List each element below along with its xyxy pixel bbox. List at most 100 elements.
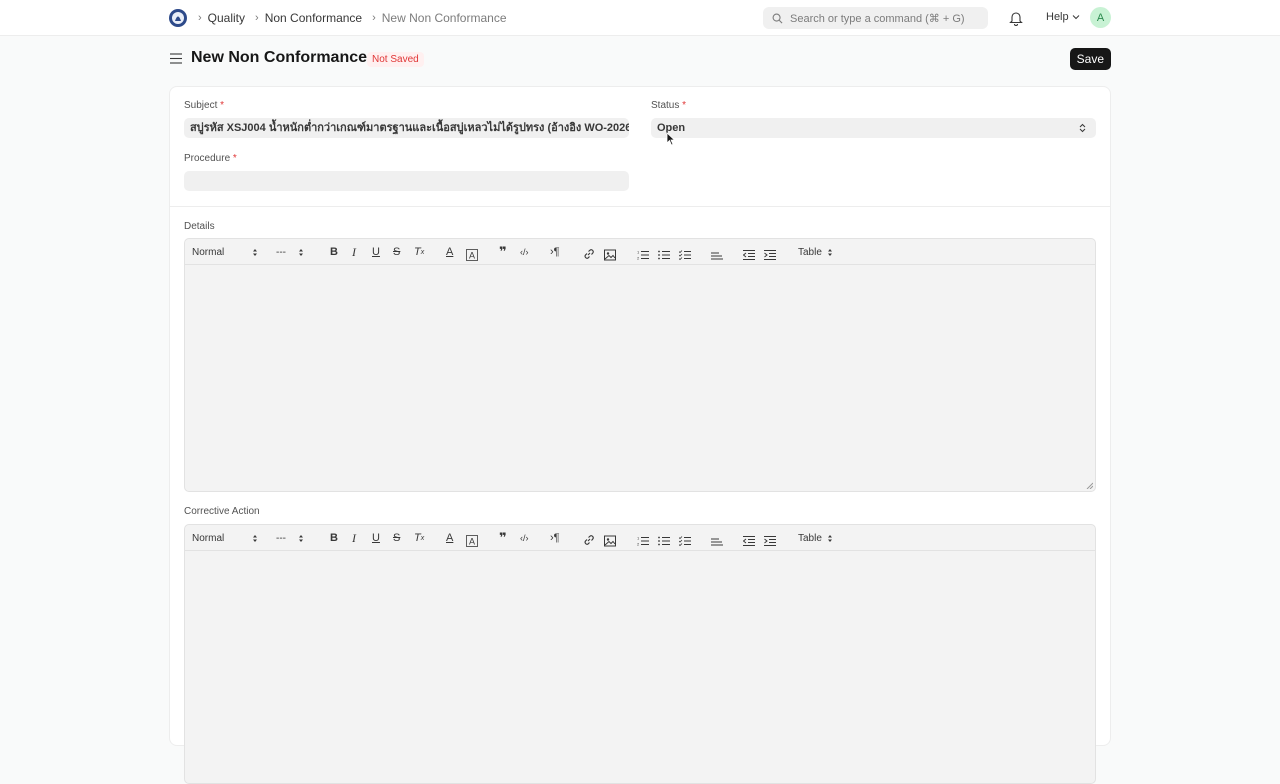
page-title: New Non Conformance [191,49,368,66]
background-color-icon[interactable]: A [466,247,478,263]
heading-select[interactable]: Normal [192,530,258,546]
search-icon [772,13,783,23]
bullet-list-icon[interactable] [658,533,670,549]
avatar[interactable]: A [1090,7,1111,28]
text-direction-icon[interactable]: ›¶ [550,530,560,546]
italic-icon[interactable]: I [352,244,356,260]
page-head: New Non Conformance Not Saved Save [168,44,1112,74]
details-label: Details [184,221,215,232]
link-icon[interactable] [583,246,595,262]
bullet-list-icon[interactable] [658,247,670,263]
procedure-label-text: Procedure [184,153,231,164]
select-arrows-icon [299,534,303,542]
subject-input[interactable]: สบู่รหัส XSJ004 น้ำหนักต่ำกว่าเกณฑ์มาตรฐ… [184,118,629,138]
subject-label: Subject * [184,100,224,111]
select-arrows-icon [299,248,303,256]
heading-select[interactable]: Normal [192,244,258,260]
notification-bell-icon[interactable] [1009,10,1023,26]
form-section-main: Subject * สบู่รหัส XSJ004 น้ำหนักต่ำกว่า… [170,87,1110,207]
ordered-list-icon[interactable]: 12 [637,533,649,549]
italic-icon[interactable]: I [352,530,356,546]
align-icon[interactable] [711,534,723,550]
underline-icon[interactable]: U [372,244,380,260]
required-mark: * [220,100,225,111]
strikethrough-icon[interactable]: S [393,244,400,260]
procedure-input[interactable] [184,171,629,191]
outdent-icon[interactable] [743,533,755,549]
indent-icon[interactable] [764,247,776,263]
svg-text:2: 2 [637,256,640,261]
select-arrows-icon [253,534,258,542]
select-arrows-icon [827,248,832,256]
details-editor[interactable]: Normal --- B I U S Tx A A ❞ ‹/› ›¶ 12 Ta… [184,238,1096,492]
status-label: Status * [651,100,686,111]
breadcrumb: › Quality › Non Conformance › New Non Co… [198,0,517,36]
required-mark: * [232,153,237,164]
search-bar[interactable]: Search or type a command (⌘ + G) [763,7,988,29]
checklist-icon[interactable] [679,533,691,549]
background-color-icon[interactable]: A [466,533,478,549]
corrective-toolbar: Normal --- B I U S Tx A A ❞ ‹/› ›¶ 12 Ta… [185,525,1095,551]
resize-handle-icon[interactable] [1086,482,1093,489]
save-button[interactable]: Save [1069,48,1111,70]
outdent-icon[interactable] [743,247,755,263]
select-arrows-icon [1079,123,1086,133]
text-color-icon[interactable]: A [446,530,453,546]
details-toolbar: Normal --- B I U S Tx A A ❞ ‹/› ›¶ 12 Ta… [185,239,1095,265]
svg-text:2: 2 [637,542,640,547]
strikethrough-icon[interactable]: S [393,530,400,546]
svg-text:A: A [469,251,475,261]
heading-select-value: Normal [192,532,225,544]
breadcrumb-quality[interactable]: Quality [208,11,245,25]
corrective-action-label: Corrective Action [184,506,260,517]
text-direction-icon[interactable]: ›¶ [550,244,560,260]
underline-icon[interactable]: U [372,530,380,546]
align-icon[interactable] [711,248,723,264]
image-icon[interactable] [604,533,616,549]
code-icon[interactable]: ‹/› [520,244,529,260]
indent-icon[interactable] [764,533,776,549]
procedure-label: Procedure * [184,153,237,164]
svg-text:1: 1 [637,250,640,255]
text-color-icon[interactable]: A [446,244,453,260]
status-label-text: Status [651,100,680,111]
breadcrumb-non-conformance[interactable]: Non Conformance [265,11,362,25]
sidebar-toggle-icon[interactable] [170,53,182,64]
link-icon[interactable] [583,532,595,548]
chevron-right-icon: › [372,12,376,24]
status-select[interactable]: Open [651,118,1096,138]
table-select-value: Table [798,532,822,544]
svg-text:1: 1 [637,536,640,541]
code-icon[interactable]: ‹/› [520,530,529,546]
help-label: Help [1046,11,1069,23]
corrective-action-editor[interactable]: Normal --- B I U S Tx A A ❞ ‹/› ›¶ 12 Ta… [184,524,1096,784]
chevron-down-icon [1072,15,1079,20]
help-dropdown[interactable]: Help [1046,11,1080,23]
clear-format-icon[interactable]: Tx [414,244,424,260]
clear-format-icon[interactable]: Tx [414,530,424,546]
size-select[interactable]: --- [276,244,304,260]
breadcrumb-current: New Non Conformance [381,11,507,25]
bold-icon[interactable]: B [330,244,338,260]
table-select-value: Table [798,246,822,258]
blockquote-icon[interactable]: ❞ [499,244,507,260]
ordered-list-icon[interactable]: 12 [637,247,649,263]
table-select[interactable]: Table [798,530,833,546]
table-select[interactable]: Table [798,244,833,260]
size-select[interactable]: --- [276,530,304,546]
chevron-right-icon: › [198,12,202,24]
bold-icon[interactable]: B [330,530,338,546]
blockquote-icon[interactable]: ❞ [499,530,507,546]
required-mark: * [682,100,687,111]
subject-label-text: Subject [184,100,218,111]
checklist-icon[interactable] [679,247,691,263]
mouse-cursor-icon [666,132,676,146]
size-select-value: --- [276,246,286,258]
svg-text:A: A [469,537,475,547]
image-icon[interactable] [604,247,616,263]
select-arrows-icon [253,248,258,256]
app-logo-icon[interactable] [168,7,188,29]
search-placeholder: Search or type a command (⌘ + G) [790,12,965,25]
select-arrows-icon [827,534,832,542]
navbar: › Quality › Non Conformance › New Non Co… [0,0,1280,36]
